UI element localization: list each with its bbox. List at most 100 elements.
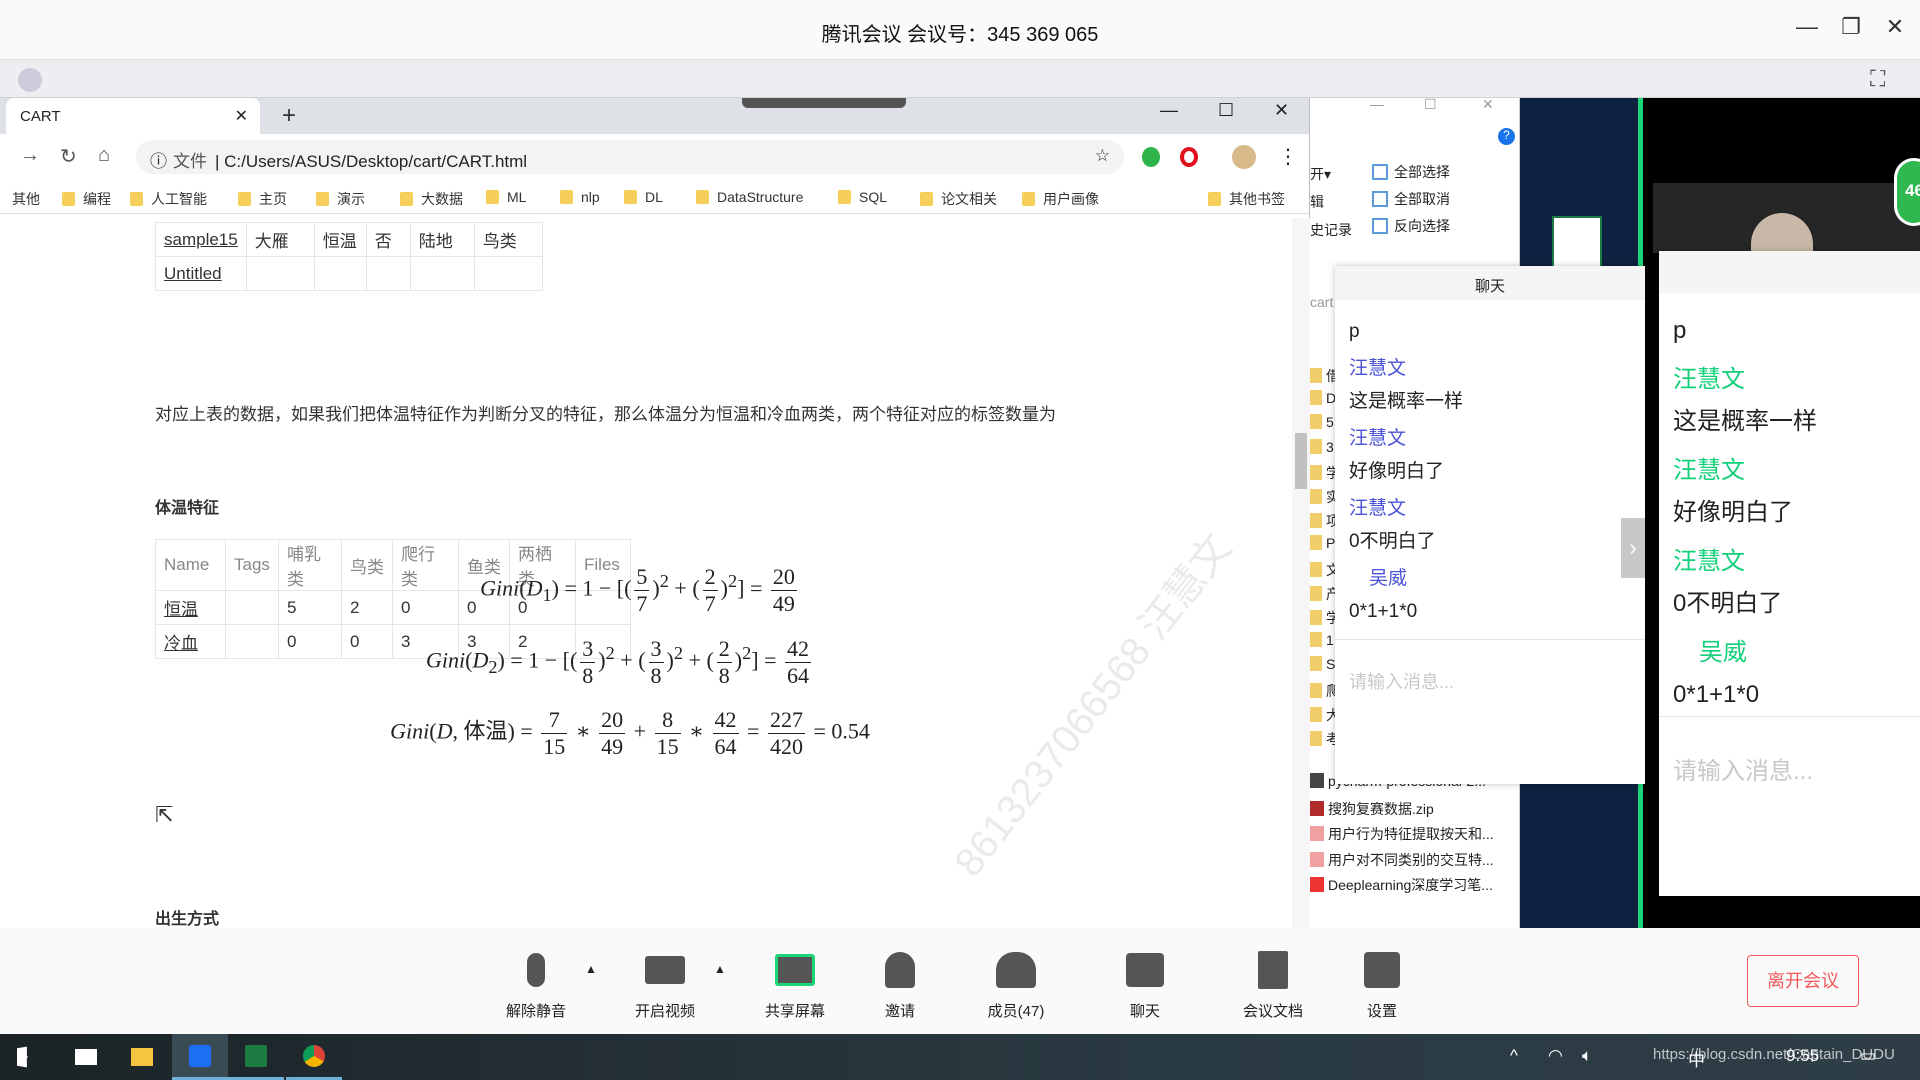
fullscreen-icon[interactable]: ⛶: [1870, 66, 1885, 92]
bookmark-item[interactable]: 人工智能: [130, 189, 207, 209]
sender-name[interactable]: 吴威: [1349, 563, 1631, 590]
video-options-caret-icon[interactable]: ▲: [714, 962, 726, 976]
sender-name[interactable]: 汪慧文: [1349, 423, 1631, 450]
close-button[interactable]: ✕: [1880, 14, 1910, 40]
ribbon-select-item[interactable]: 全部取消: [1372, 189, 1450, 209]
folder-item[interactable]: 3: [1310, 438, 1334, 455]
chat-input[interactable]: 请输入消息...: [1335, 639, 1645, 784]
folder-item[interactable]: S: [1310, 656, 1335, 672]
help-icon[interactable]: ?: [1498, 128, 1515, 145]
star-icon[interactable]: ☆: [1095, 146, 1110, 166]
toolbar-chat-button[interactable]: 聊天: [1090, 948, 1200, 1021]
bookmark-item[interactable]: 用户画像: [1022, 189, 1099, 209]
reload-icon[interactable]: ↻: [60, 144, 77, 169]
folder-item[interactable]: D: [1310, 390, 1336, 406]
audio-options-caret-icon[interactable]: ▲: [585, 962, 597, 976]
browser-close-button[interactable]: ✕: [1274, 100, 1289, 121]
maximize-button[interactable]: ❐: [1836, 14, 1866, 40]
notification-icon[interactable]: ▭: [1860, 1046, 1876, 1066]
toolbar-settings-button[interactable]: 设置: [1327, 948, 1437, 1021]
home-icon[interactable]: ⌂: [98, 144, 110, 167]
page-scrollbar[interactable]: [1292, 218, 1310, 928]
sender-name[interactable]: 汪慧文: [1349, 353, 1631, 380]
shield-icon[interactable]: [18, 68, 42, 92]
file-item[interactable]: 搜狗复赛数据.zip: [1310, 799, 1434, 819]
evernote-icon[interactable]: [1142, 147, 1160, 167]
opera-icon[interactable]: [1180, 147, 1198, 167]
bookmark-item[interactable]: SQL: [838, 189, 887, 205]
chat-input[interactable]: 请输入消息...: [1659, 716, 1920, 896]
ribbon-item[interactable]: 辑: [1310, 192, 1324, 212]
start-icon[interactable]: [0, 1034, 56, 1080]
toolbar-share-screen-button[interactable]: 共享屏幕: [740, 948, 850, 1021]
toolbar-members-button[interactable]: 成员(47): [961, 948, 1071, 1021]
tray-chevron-icon[interactable]: ^: [1510, 1046, 1518, 1066]
bookmark-item[interactable]: 演示: [316, 189, 365, 209]
bookmark-item[interactable]: 编程: [62, 189, 111, 209]
ime-indicator[interactable]: 中: [1688, 1046, 1705, 1071]
wifi-icon[interactable]: ◠: [1548, 1046, 1563, 1066]
bookmark-item[interactable]: 大数据: [400, 189, 463, 209]
sender-name[interactable]: 汪慧文: [1673, 450, 1906, 485]
table-cell: 陆地: [409, 222, 475, 257]
toolbar-document-button[interactable]: 会议文档: [1218, 948, 1328, 1021]
file-item[interactable]: 用户对不同类别的交互特...: [1310, 850, 1494, 870]
menu-icon[interactable]: ⋮: [1278, 144, 1298, 169]
bookmark-item[interactable]: DL: [624, 189, 663, 205]
volume-icon[interactable]: 🔈︎: [1582, 1046, 1592, 1066]
scroll-thumb[interactable]: [1295, 433, 1307, 489]
new-tab-button[interactable]: +: [282, 102, 296, 130]
ribbon-item[interactable]: 开▾: [1310, 164, 1331, 184]
bookmark-item[interactable]: 论文相关: [920, 189, 997, 209]
toolbar-invite-button[interactable]: 邀请: [845, 948, 955, 1021]
file-explorer-icon[interactable]: [114, 1034, 170, 1080]
row-link[interactable]: Untitled: [164, 264, 222, 283]
expand-chevron-icon[interactable]: ›: [1621, 518, 1645, 578]
toolbar-mic-muted-button[interactable]: 解除静音: [481, 948, 591, 1021]
explorer-window-button[interactable]: —: [1370, 98, 1384, 112]
table-row: Untitled: [155, 256, 543, 291]
toolbar-video-off-button[interactable]: 开启视频: [610, 948, 720, 1021]
ribbon-item[interactable]: 史记录: [1310, 220, 1352, 240]
cell-value: 否: [374, 232, 392, 251]
close-tab-icon[interactable]: ✕: [235, 106, 248, 126]
sender-name[interactable]: 汪慧文: [1673, 359, 1906, 394]
search-box[interactable]: cart: [1310, 294, 1333, 310]
explorer-window-button[interactable]: ☐: [1424, 98, 1437, 113]
bookmark-item[interactable]: DataStructure: [696, 189, 803, 205]
explorer-window-button[interactable]: ✕: [1482, 98, 1494, 113]
avatar[interactable]: [1232, 145, 1256, 169]
url-text: C:/Users/ASUS/Desktop/cart/CART.html: [224, 152, 528, 171]
file-item[interactable]: Deeplearning深度学习笔...: [1310, 875, 1493, 895]
other-bookmarks[interactable]: 其他书签: [1208, 189, 1285, 209]
ribbon-select-item[interactable]: 反向选择: [1372, 216, 1450, 236]
folder-item[interactable]: P: [1310, 535, 1335, 551]
ribbon-select-item[interactable]: 全部选择: [1372, 162, 1450, 182]
sender-name[interactable]: 汪慧文: [1673, 541, 1906, 576]
folder-item[interactable]: 1: [1310, 632, 1334, 648]
leave-meeting-button[interactable]: 离开会议: [1747, 955, 1859, 1007]
mail-icon[interactable]: [58, 1034, 114, 1080]
browser-minimize-button[interactable]: —: [1160, 100, 1178, 121]
browser-maximize-button[interactable]: ☐: [1218, 100, 1234, 121]
excel-icon[interactable]: [228, 1034, 284, 1080]
folder-item[interactable]: 5: [1310, 414, 1334, 430]
sender-name[interactable]: 汪慧文: [1349, 493, 1631, 520]
sender-name[interactable]: 吴威: [1673, 632, 1906, 667]
bookmark-item[interactable]: 主页: [238, 189, 287, 209]
bookmark-item[interactable]: 其他: [12, 189, 40, 209]
row-link[interactable]: sample15: [164, 230, 238, 249]
numerator: 42: [785, 636, 811, 663]
tab-cart[interactable]: CART ✕: [6, 98, 260, 134]
back-icon[interactable]: →: [20, 144, 40, 167]
bookmark-item[interactable]: nlp: [560, 189, 600, 205]
minimize-button[interactable]: —: [1792, 14, 1822, 40]
tencent-meeting-icon[interactable]: [172, 1034, 228, 1080]
address-bar[interactable]: ⓘ 文件 | C:/Users/ASUS/Desktop/cart/CART.htm…: [136, 140, 1124, 174]
file-item[interactable]: 用户行为特征提取按天和...: [1310, 824, 1494, 844]
folder-icon: [1310, 535, 1322, 551]
bookmark-item[interactable]: ML: [486, 189, 526, 205]
chrome-icon[interactable]: [286, 1034, 342, 1080]
excel-file-icon[interactable]: [1552, 216, 1602, 272]
clock[interactable]: 9:55: [1786, 1046, 1819, 1066]
